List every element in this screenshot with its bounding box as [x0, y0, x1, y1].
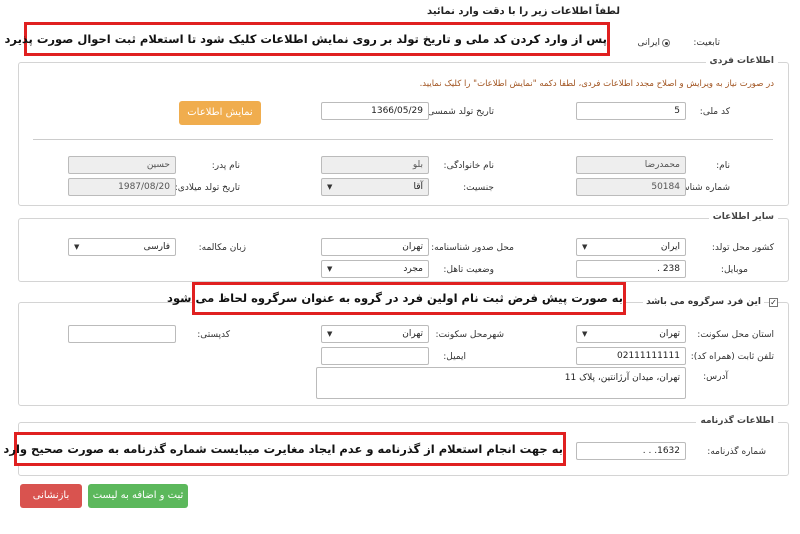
nationality-option: ایرانی: [637, 38, 660, 48]
id-issue-place-input[interactable]: تهران: [321, 238, 429, 256]
group-head-checkbox[interactable]: ✓: [769, 298, 778, 307]
personal-hint: در صورت نیاز به ویرایش و اصلاح مجدد اطلا…: [419, 79, 774, 89]
passport-number-label: شماره گذرنامه:: [707, 447, 766, 457]
chevron-down-icon: ▼: [74, 243, 80, 251]
personal-legend: اطلاعات فردی: [705, 56, 778, 66]
city-value: تهران: [402, 329, 423, 339]
father-name-input[interactable]: حسین: [68, 156, 176, 174]
birth-country-value: ایران: [660, 242, 680, 252]
first-name-label: نام:: [716, 161, 730, 171]
group-head-section: ✓ این فرد سرگروه می باشد استان محل سکونت…: [18, 297, 789, 406]
callout-top: پس از وارد کردن کد ملی و تاریخ تولد بر ر…: [5, 22, 610, 56]
postal-code-label: کدپستی:: [197, 330, 230, 340]
phone-input[interactable]: 02111111111: [576, 347, 686, 365]
national-code-input[interactable]: 5: [576, 102, 686, 120]
callout-bottom: به جهت انجام استعلام از گذرنامه و عدم ای…: [0, 432, 566, 466]
address-textarea[interactable]: تهران، میدان آرژانتین، پلاک 11: [316, 367, 686, 399]
father-name-label: نام پدر:: [211, 161, 240, 171]
group-head-label: این فرد سرگروه می باشد: [643, 297, 764, 307]
id-issue-place-label: محل صدور شناسنامه:: [431, 243, 514, 253]
id-number-input[interactable]: 50184: [576, 178, 686, 196]
marital-label: وضعیت تاهل:: [443, 265, 494, 275]
province-select[interactable]: تهران ▼: [576, 325, 686, 343]
nationality-radio[interactable]: [662, 39, 670, 47]
language-value: فارسی: [143, 242, 170, 252]
mobile-input[interactable]: 238 .: [576, 260, 686, 278]
marital-value: مجرد: [403, 264, 423, 274]
city-label: شهرمحل سکونت:: [435, 330, 505, 340]
gregorian-birth-input[interactable]: 1987/08/20: [68, 178, 176, 196]
postal-code-input[interactable]: [68, 325, 176, 343]
gregorian-birth-label: تاریخ تولد میلادی:: [174, 183, 240, 193]
email-label: ایمیل:: [443, 352, 466, 362]
divider: [33, 139, 773, 140]
passport-number-input[interactable]: 1632. . .: [576, 442, 686, 460]
nationality-label: تابعیت:: [693, 38, 720, 48]
reset-button[interactable]: بازنشانی: [20, 484, 82, 508]
other-info-section: سایر اطلاعات کشور محل تولد: * ایران ▼ مح…: [18, 212, 789, 282]
city-select[interactable]: تهران ▼: [321, 325, 429, 343]
gender-select[interactable]: آقا ▼: [321, 178, 429, 196]
last-name-input[interactable]: بلو: [321, 156, 429, 174]
chevron-down-icon: ▼: [327, 265, 333, 273]
show-info-button[interactable]: نمایش اطلاعات: [179, 101, 261, 125]
gender-value: آقا: [413, 182, 423, 192]
first-name-input[interactable]: محمدرضا: [576, 156, 686, 174]
birth-date-input[interactable]: 1366/05/29: [321, 102, 429, 120]
page-title: لطفاً اطلاعات زیر را با دقت وارد نمائید: [427, 6, 620, 17]
other-legend: سایر اطلاعات: [708, 212, 778, 222]
email-input[interactable]: [321, 347, 429, 365]
national-code-label: کد ملی:: [699, 107, 730, 117]
gender-label: جنسیت:: [463, 183, 494, 193]
personal-info-section: اطلاعات فردی در صورت نیاز به ویرایش و اص…: [18, 56, 789, 206]
chevron-down-icon: ▼: [327, 183, 333, 191]
province-label: استان محل سکونت:: [697, 330, 774, 340]
language-select[interactable]: فارسی ▼: [68, 238, 176, 256]
passport-legend: اطلاعات گذرنامه: [696, 416, 778, 426]
language-label: زبان مکالمه:: [198, 243, 246, 253]
chevron-down-icon: ▼: [582, 243, 588, 251]
address-label: آدرس:: [703, 372, 728, 382]
last-name-label: نام خانوادگی:: [443, 161, 494, 171]
phone-label: تلفن ثابت (همراه کد):: [690, 352, 774, 362]
callout-middle: به صورت پیش فرض ثبت نام اولین فرد در گرو…: [167, 282, 626, 315]
marital-select[interactable]: مجرد ▼: [321, 260, 429, 278]
province-value: تهران: [659, 329, 680, 339]
mobile-label: موبایل:: [720, 265, 748, 275]
birth-country-select[interactable]: ایران ▼: [576, 238, 686, 256]
chevron-down-icon: ▼: [327, 330, 333, 338]
chevron-down-icon: ▼: [582, 330, 588, 338]
birth-country-label: کشور محل تولد:: [711, 243, 774, 253]
submit-add-button[interactable]: ثبت و اضافه به لیست: [88, 484, 188, 508]
birth-date-label: تاریخ تولد شمسی:: [424, 107, 494, 117]
